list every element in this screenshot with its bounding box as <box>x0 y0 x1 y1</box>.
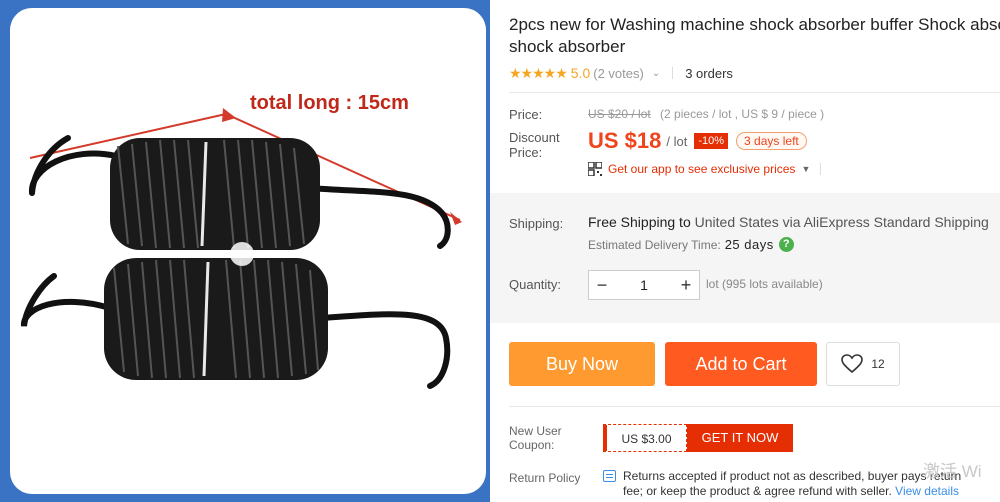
divider <box>509 406 1000 407</box>
qr-code-icon <box>588 162 602 176</box>
quantity-label: Quantity: <box>509 277 562 292</box>
wishlist-count: 12 <box>871 357 885 371</box>
piece-info: (2 pieces / lot , US $ 9 / piece ) <box>660 107 825 121</box>
coupon-label-line2: Coupon: <box>509 438 555 452</box>
rating-row: ★★★★★ 5.0 (2 votes) ⌄ 3 orders <box>509 64 733 82</box>
return-policy-text: Returns accepted if product not as descr… <box>623 469 961 499</box>
shipping-destination[interactable]: United States via AliExpress Standard Sh… <box>695 214 989 230</box>
quantity-stepper: − 1 + <box>588 270 700 300</box>
original-price: US $20 / lot (2 pieces / lot , US $ 9 / … <box>588 107 824 121</box>
add-to-cart-button[interactable]: Add to Cart <box>665 342 817 386</box>
separator <box>672 67 674 79</box>
product-details: 2pcs new for Washing machine shock absor… <box>490 0 1000 502</box>
increment-button[interactable]: + <box>673 271 699 299</box>
rating-value: 5.0 <box>570 65 591 81</box>
original-price-value: US $20 / lot <box>588 107 651 121</box>
app-promo-row[interactable]: Get our app to see exclusive prices ▼ <box>588 162 822 176</box>
shipping-section <box>490 193 1000 323</box>
discount-label: Discount Price: <box>509 130 560 160</box>
orders-count: 3 orders <box>685 65 733 81</box>
product-title: 2pcs new for Washing machine shock absor… <box>509 15 1000 34</box>
caret-down-icon[interactable]: ▼ <box>801 164 810 174</box>
discount-price: US $18 <box>588 128 662 153</box>
view-details-link[interactable]: View details <box>895 484 959 498</box>
estimated-delivery: Estimated Delivery Time: 25 days ? <box>588 237 794 252</box>
quantity-available: lot (995 lots available) <box>706 277 823 291</box>
estimated-label: Estimated Delivery Time: <box>588 237 721 252</box>
chevron-down-icon[interactable]: ⌄ <box>652 68 660 79</box>
return-line1: Returns accepted if product not as descr… <box>623 469 962 483</box>
help-icon[interactable]: ? <box>778 237 794 252</box>
product-title-line2: shock absorber <box>509 37 626 56</box>
discount-badge: -10% <box>694 133 729 149</box>
system-watermark: 激活 Wi <box>923 462 982 481</box>
discount-label-line1: Discount <box>509 130 560 145</box>
star-rating-icon: ★★★★★ <box>509 64 568 81</box>
image-annotation: total long : 15cm <box>250 92 409 114</box>
return-policy-label: Return Policy <box>509 471 581 485</box>
upper-spring-coil <box>110 138 320 250</box>
discount-price-row: US $18 / lot -10% 3 days left <box>588 128 807 154</box>
free-shipping: Free Shipping <box>588 214 676 230</box>
return-policy-icon <box>603 470 616 482</box>
discount-label-line2: Price: <box>509 145 543 160</box>
spring-illustration <box>21 108 462 389</box>
return-line2-text: fee; or keep the product & agree refund … <box>623 484 892 498</box>
separator <box>820 163 822 175</box>
per-lot: / lot <box>666 133 688 149</box>
shipping-info[interactable]: Free Shipping to United States via AliEx… <box>588 214 989 230</box>
estimated-days: 25 days <box>724 237 774 252</box>
decrement-button[interactable]: − <box>589 271 615 299</box>
product-image[interactable]: total long : 15cm <box>10 8 486 494</box>
return-line2: fee; or keep the product & agree refund … <box>623 484 961 499</box>
wishlist-button[interactable]: 12 <box>826 342 900 386</box>
lower-spring-coil <box>104 258 328 380</box>
votes-link[interactable]: (2 votes) <box>593 66 644 81</box>
quantity-input[interactable]: 1 <box>615 277 673 293</box>
buy-now-button[interactable]: Buy Now <box>509 342 655 386</box>
days-left-badge: 3 days left <box>736 132 807 150</box>
product-image-panel: total long : 15cm <box>0 0 490 502</box>
coupon-amount: US $3.00 <box>603 424 687 452</box>
heart-icon <box>841 354 864 374</box>
shipping-label: Shipping: <box>509 216 564 231</box>
price-label: Price: <box>509 107 543 122</box>
coupon-label: New User Coupon: <box>509 424 562 452</box>
coupon-label-line1: New User <box>509 424 562 438</box>
divider <box>509 92 1000 93</box>
shipping-to: to <box>675 214 695 230</box>
get-coupon-button[interactable]: GET IT NOW <box>687 424 793 452</box>
app-promo-text[interactable]: Get our app to see exclusive prices <box>608 162 795 176</box>
